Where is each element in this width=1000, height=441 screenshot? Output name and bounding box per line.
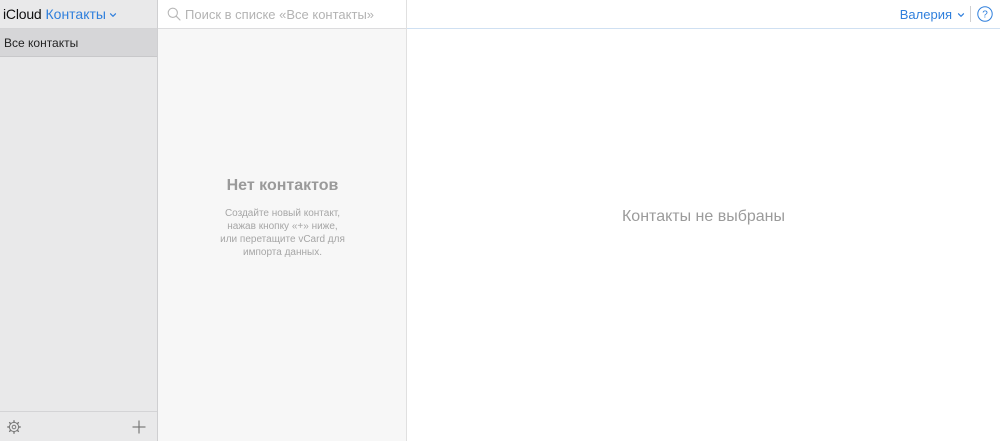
sidebar-footer [0, 411, 157, 441]
empty-list-state: Нет контактов Создайте новый контакт, на… [158, 177, 407, 259]
empty-desc-line: нажав кнопку «+» ниже, [227, 221, 338, 232]
group-item-label: Все контакты [4, 35, 79, 50]
chevron-down-icon [957, 13, 965, 17]
settings-button[interactable] [4, 417, 24, 437]
topbar: Валерия ? [407, 0, 1000, 29]
empty-desc-line: импорта данных. [243, 247, 322, 258]
brand-label: iCloud [3, 6, 42, 22]
search-bar [158, 0, 406, 29]
svg-text:?: ? [982, 10, 988, 21]
sidebar: iCloud Контакты Все контакты [0, 0, 158, 441]
no-contact-selected-text: Контакты не выбраны [621, 208, 786, 225]
empty-list-description: Создайте новый контакт, нажав кнопку «+»… [158, 207, 407, 259]
sidebar-header: iCloud Контакты [0, 0, 157, 29]
user-name: Валерия [899, 7, 952, 22]
group-item-all-contacts[interactable]: Все контакты [0, 29, 157, 57]
search-icon [167, 7, 181, 21]
contacts-list-column: Нет контактов Создайте новый контакт, на… [158, 0, 407, 441]
app-switcher[interactable]: Контакты [46, 6, 106, 22]
help-icon[interactable]: ? [977, 6, 993, 22]
contacts-app: iCloud Контакты Все контакты Поиск в спи… [0, 0, 1000, 441]
add-contact-button[interactable] [129, 417, 149, 437]
divider [970, 6, 971, 22]
chevron-down-icon[interactable] [109, 11, 117, 19]
user-menu[interactable]: Валерия [900, 0, 965, 29]
empty-desc-line: Создайте новый контакт, [224, 208, 341, 219]
empty-desc-line: или перетащите vCard для [220, 234, 345, 245]
plus-icon [132, 420, 146, 433]
search-input[interactable] [185, 6, 400, 22]
empty-list-title: Нет контактов [226, 177, 339, 194]
gear-icon [7, 419, 21, 434]
